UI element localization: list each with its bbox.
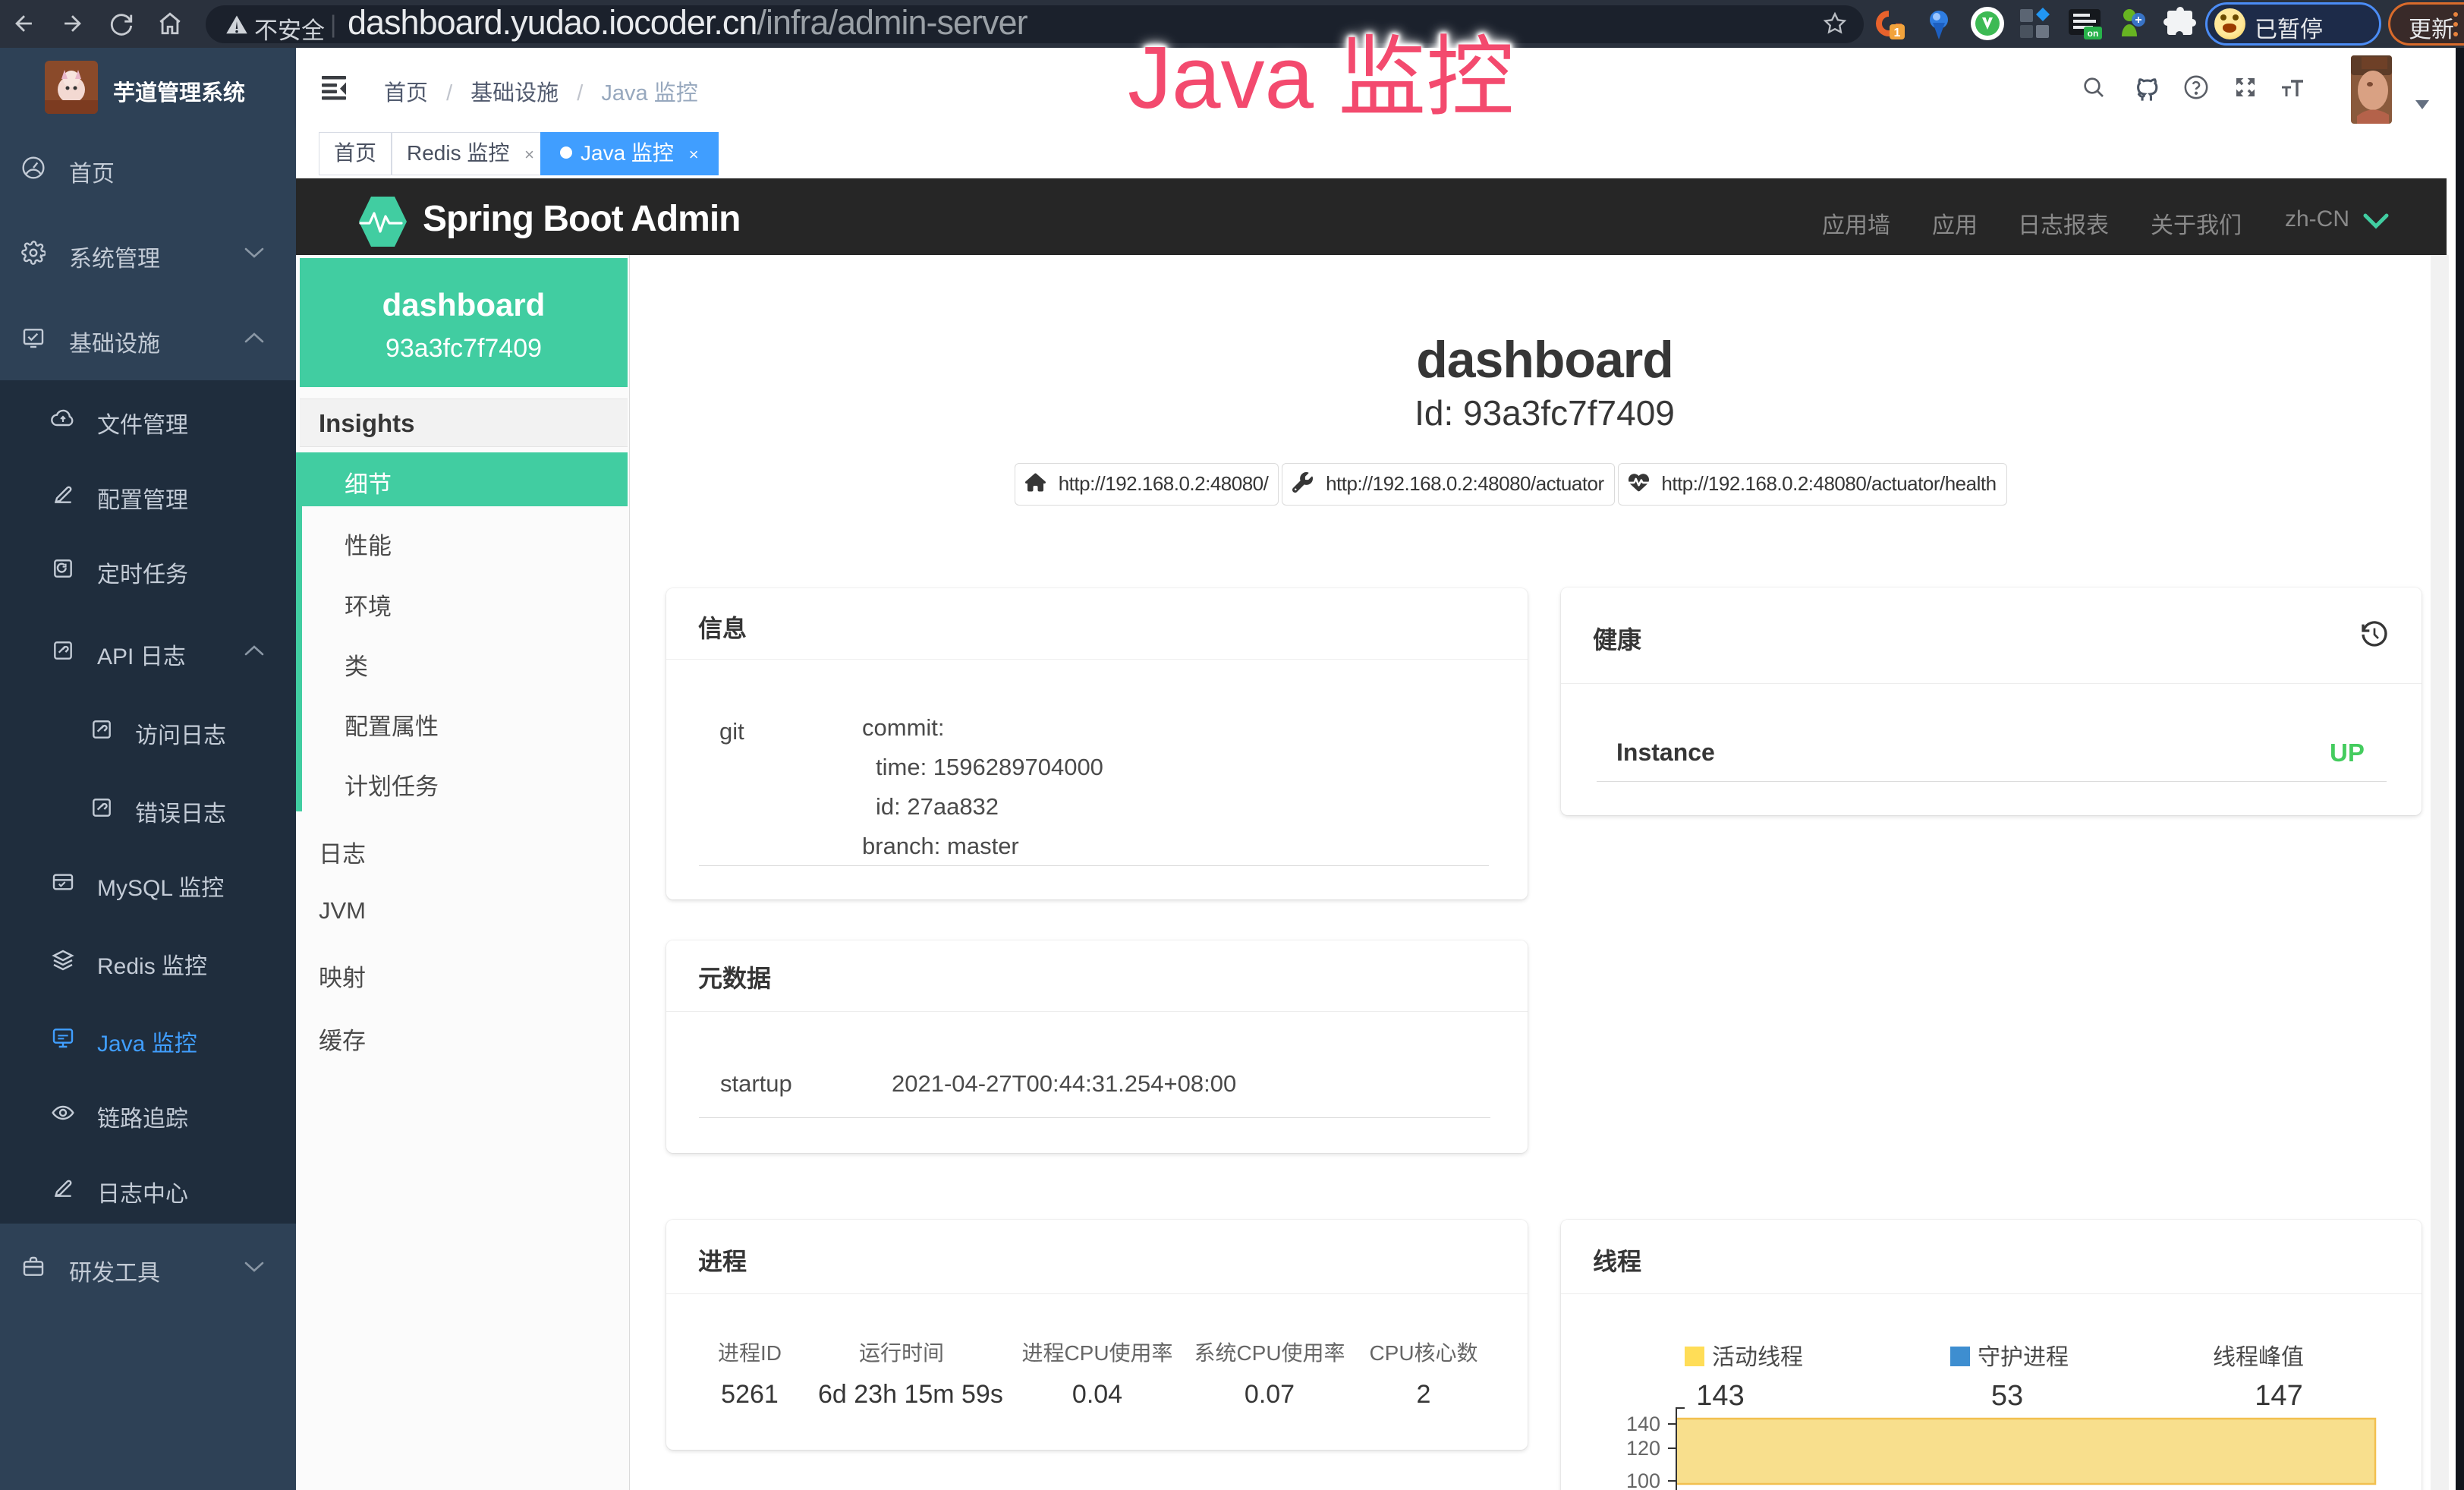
svg-text:1: 1 bbox=[1894, 27, 1901, 39]
svg-text:140: 140 bbox=[1626, 1413, 1660, 1435]
svg-text:120: 120 bbox=[1626, 1437, 1660, 1460]
svg-text:100: 100 bbox=[1626, 1470, 1660, 1490]
svg-text:on: on bbox=[2088, 28, 2099, 39]
